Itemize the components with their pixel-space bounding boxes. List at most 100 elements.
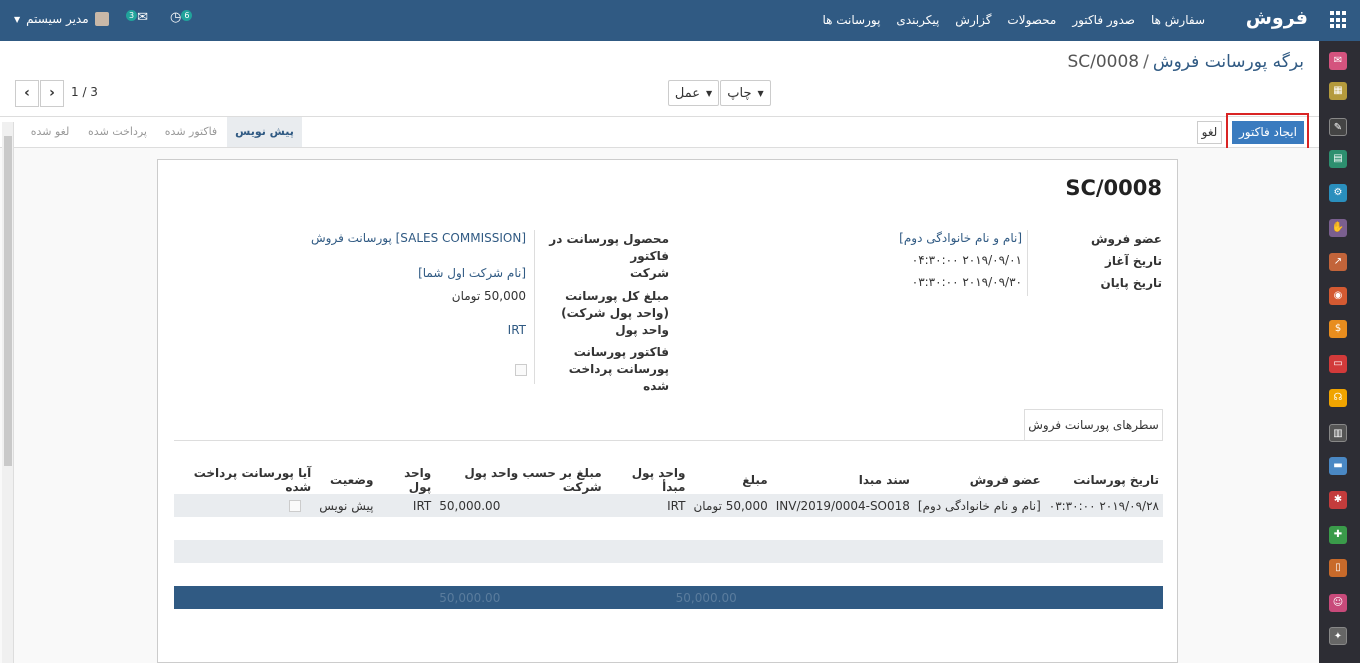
- col-amount[interactable]: مبلغ: [689, 466, 771, 494]
- tab-commission-lines[interactable]: سطرهای پورسانت فروش: [1024, 409, 1163, 440]
- stage-cancelled[interactable]: لغو شده: [20, 117, 80, 147]
- activity-icon[interactable]: ◷ 6: [170, 10, 193, 25]
- total-commission-label: مبلغ کل پورسانت (واحد پول شرکت): [561, 289, 669, 320]
- table-row[interactable]: ۲۰۱۹/۰۹/۲۸ ۰۳:۳۰:۰۰ [نام و نام خانوادگی …: [174, 494, 1163, 517]
- menu-orders[interactable]: سفارش ها: [1151, 13, 1205, 27]
- notes-app-icon[interactable]: ✎: [1329, 118, 1347, 136]
- currency-value[interactable]: IRT: [266, 323, 526, 337]
- notebook-divider: [174, 440, 1163, 441]
- cell-source-document: INV/2019/0004-SO018: [771, 494, 914, 517]
- col-source-currency[interactable]: واحد پول مبدأ: [606, 466, 690, 494]
- employees-app-icon[interactable]: ☺: [1329, 594, 1347, 612]
- documents-folder-icon[interactable]: ▭: [1329, 355, 1347, 373]
- user-menu[interactable]: ▼ مدیر سیستم: [14, 12, 109, 26]
- total-commission-value: 50,000 تومان: [451, 289, 526, 303]
- apps-menu-icon[interactable]: [1330, 11, 1348, 29]
- inventory-app-icon[interactable]: ▥: [1329, 424, 1347, 442]
- contacts-app-icon[interactable]: ▤: [1329, 150, 1347, 168]
- website-globe-icon[interactable]: ◉: [1329, 287, 1347, 305]
- table-row: [174, 563, 1163, 586]
- action-button[interactable]: عمل ▼: [668, 80, 719, 106]
- gift-app-icon[interactable]: ✱: [1329, 491, 1347, 509]
- report-document-icon[interactable]: ▯: [1329, 559, 1347, 577]
- company-value[interactable]: [نام شرکت اول شما]: [266, 266, 526, 280]
- pager-previous-button[interactable]: ‹: [15, 80, 39, 107]
- top-navbar: فروش سفارش ها صدور فاکتور محصولات گزارش …: [0, 0, 1360, 41]
- commission-lines-table: تاریخ پورسانت عضو فروش سند مبدا مبلغ واح…: [174, 466, 1163, 609]
- action-label: عمل: [674, 85, 700, 101]
- cancel-button[interactable]: لغو: [1197, 121, 1222, 144]
- helpdesk-headset-icon[interactable]: ☊: [1329, 389, 1347, 407]
- col-commission-date[interactable]: تاریخ پورسانت: [1045, 466, 1163, 494]
- menu-configuration[interactable]: پیکربندی: [896, 13, 939, 27]
- col-company-amount[interactable]: مبلغ بر حسب واحد پول شرکت: [435, 466, 605, 494]
- user-name: مدیر سیستم: [26, 12, 89, 26]
- cell-status: پیش نویس: [315, 494, 378, 517]
- start-date-label: تاریخ آغاز: [1105, 254, 1162, 268]
- app-brand[interactable]: فروش: [1246, 7, 1308, 29]
- accounting-app-icon[interactable]: ▬: [1329, 457, 1347, 475]
- end-date-label: تاریخ پایان: [1100, 276, 1162, 290]
- cell-company-amount: 50,000.00: [435, 494, 606, 517]
- breadcrumb: برگه پورسانت فروش/SC/0008: [1067, 52, 1304, 72]
- menu-invoicing[interactable]: صدور فاکتور: [1072, 13, 1135, 27]
- col-is-paid[interactable]: آیا پورسانت پرداخت شده: [174, 466, 315, 494]
- messages-icon[interactable]: 3 ✉: [126, 10, 148, 25]
- calendar-app-icon[interactable]: ▦: [1329, 82, 1347, 100]
- start-date-value[interactable]: ۲۰۱۹/۰۹/۰۱ ۰۴:۳۰:۰۰: [822, 253, 1022, 267]
- stage-invoiced[interactable]: فاکتور شده: [155, 117, 227, 147]
- total-amount: 50,000.00: [605, 586, 772, 609]
- cell-salesperson: [نام و نام خانوادگی دوم]: [913, 494, 1045, 517]
- salesperson-label: عضو فروش: [1090, 232, 1162, 246]
- currency-label: واحد پول: [615, 323, 669, 337]
- scrollbar-thumb[interactable]: [4, 136, 12, 466]
- status-bar: ایجاد فاکتور لغو پیش نویس فاکتور شده پرد…: [0, 113, 1319, 150]
- create-invoice-button[interactable]: ایجاد فاکتور: [1232, 121, 1304, 144]
- menu-reporting[interactable]: گزارش: [955, 13, 991, 27]
- commission-paid-checkbox[interactable]: [515, 364, 527, 376]
- messages-count-badge: 3: [126, 10, 138, 21]
- menu-commissions[interactable]: پورسانت ها: [822, 13, 880, 27]
- field-divider: [1027, 230, 1028, 296]
- col-status[interactable]: وضعیت: [315, 466, 377, 494]
- vertical-scrollbar[interactable]: [2, 122, 14, 663]
- breadcrumb-parent[interactable]: برگه پورسانت فروش: [1153, 52, 1304, 72]
- cell-source-currency: IRT: [605, 494, 690, 517]
- invoicing-app-icon[interactable]: $: [1329, 320, 1347, 338]
- control-panel: برگه پورسانت فروش/SC/0008 چاپ ▼ عمل ▼ 1 / …: [0, 41, 1319, 117]
- cell-currency: IRT: [377, 494, 436, 517]
- print-button[interactable]: چاپ ▼: [720, 80, 771, 106]
- stage-draft[interactable]: پیش نویس: [227, 117, 302, 147]
- commission-paid-label: پورسانت پرداخت شده: [568, 362, 669, 393]
- pager-value[interactable]: 1 / 3: [71, 85, 98, 99]
- cell-amount: 50,000 تومان: [689, 494, 772, 517]
- is-paid-checkbox[interactable]: [289, 500, 302, 512]
- stage-paid[interactable]: پرداخت شده: [80, 117, 155, 147]
- table-row: [174, 517, 1163, 540]
- caret-down-icon: ▼: [14, 14, 21, 24]
- salesperson-value[interactable]: [نام و نام خانوادگی دوم]: [822, 231, 1022, 245]
- crm-handshake-icon[interactable]: ✋: [1329, 219, 1347, 237]
- form-sheet: SC/0008 عضو فروش تاریخ آغاز تاریخ پایان …: [157, 159, 1178, 663]
- col-source-document[interactable]: سند مبدا: [772, 466, 914, 494]
- cell-commission-date: ۲۰۱۹/۰۹/۲۸ ۰۳:۳۰:۰۰: [1044, 494, 1163, 517]
- settings-gear-icon[interactable]: ⚙: [1329, 184, 1347, 202]
- col-salesperson[interactable]: عضو فروش: [914, 466, 1045, 494]
- cell-is-paid: [174, 494, 316, 517]
- print-label: چاپ: [727, 85, 752, 101]
- breadcrumb-current: SC/0008: [1067, 52, 1140, 72]
- breadcrumb-separator: /: [1143, 52, 1149, 72]
- tools-wrench-icon[interactable]: ✚: [1329, 526, 1347, 544]
- pager-next-button[interactable]: ›: [40, 80, 64, 107]
- caret-down-icon: ▼: [757, 88, 764, 98]
- discuss-app-icon[interactable]: ✉: [1329, 52, 1347, 70]
- col-currency[interactable]: واحد پول: [377, 466, 435, 494]
- end-date-value[interactable]: ۲۰۱۹/۰۹/۳۰ ۰۳:۳۰:۰۰: [822, 275, 1022, 289]
- commission-product-value[interactable]: [SALES COMMISSION] پورسانت فروش: [266, 231, 526, 245]
- caret-down-icon: ▼: [705, 88, 713, 98]
- table-row: [174, 540, 1163, 563]
- sales-chart-icon[interactable]: ↗: [1329, 253, 1347, 271]
- apps-puzzle-icon[interactable]: ✦: [1329, 627, 1347, 645]
- menu-products[interactable]: محصولات: [1007, 13, 1056, 27]
- field-divider: [534, 230, 535, 384]
